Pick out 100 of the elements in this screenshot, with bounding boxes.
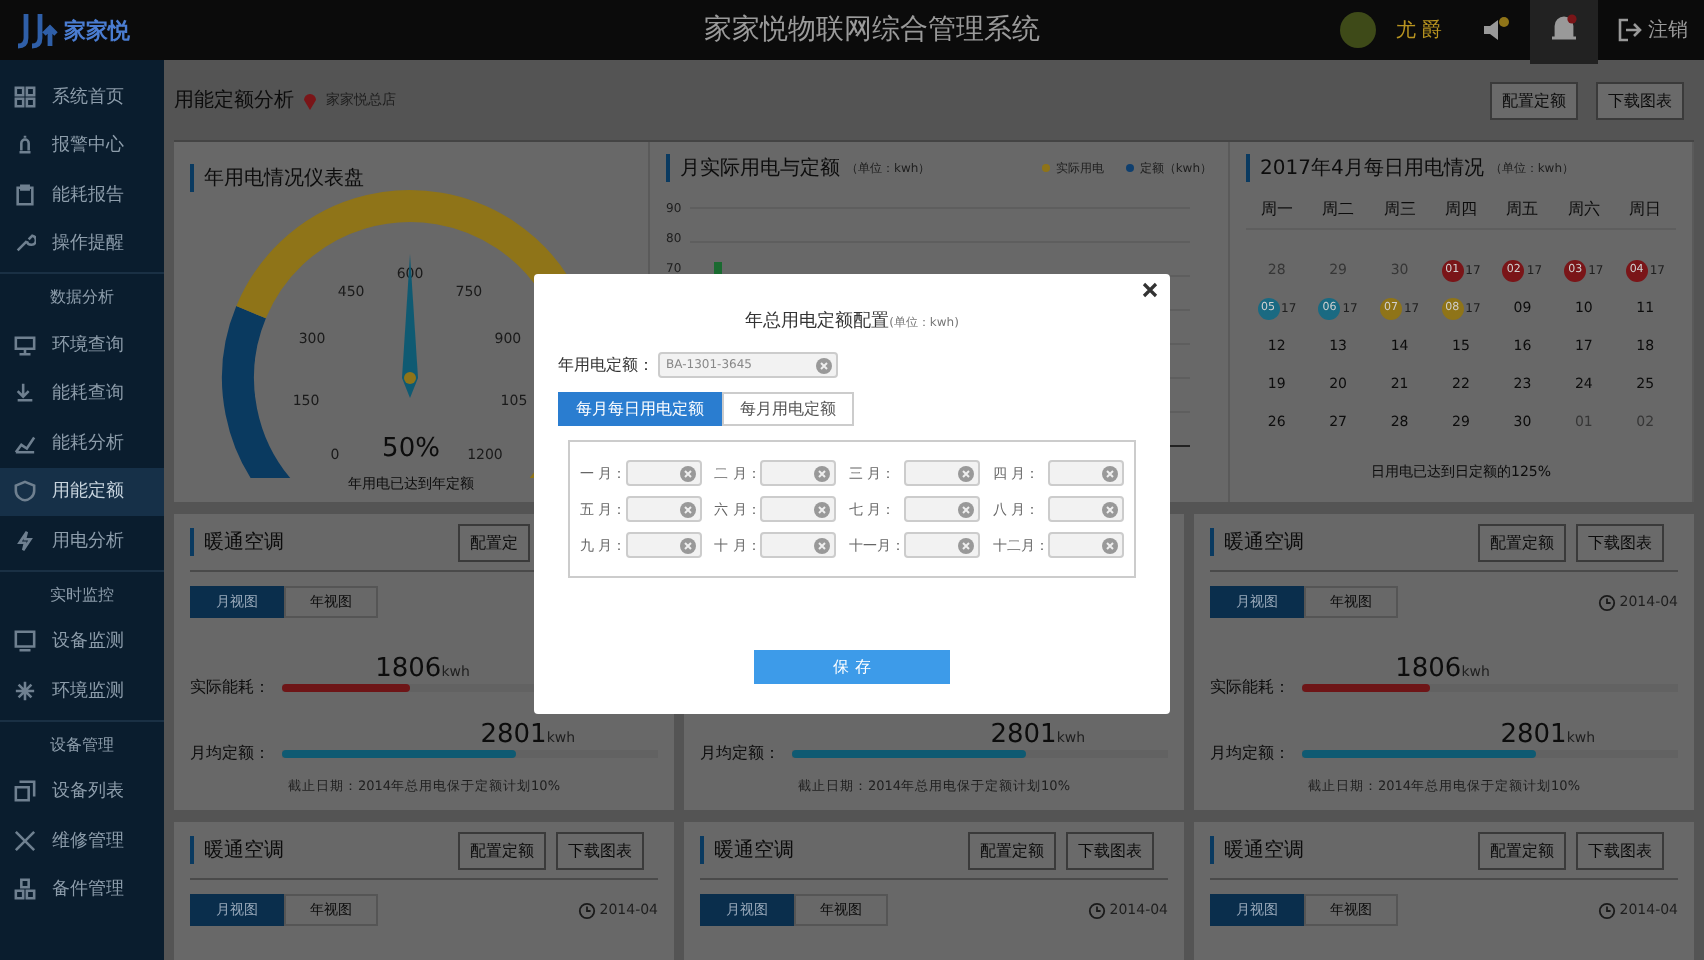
- menu-item-icon: [14, 878, 36, 901]
- menu-item-icon: [14, 529, 36, 552]
- month-quota-field[interactable]: [760, 496, 837, 522]
- weekday-label: 周四: [1442, 198, 1479, 220]
- sidebar-item[interactable]: 备件管理: [0, 865, 164, 914]
- clear-icon[interactable]: [680, 537, 697, 553]
- sidebar-item[interactable]: 能耗分析: [0, 418, 164, 467]
- meter-label: 月均定额：: [190, 742, 270, 764]
- dialog-tab[interactable]: 每月每日用电定额: [558, 392, 722, 426]
- card-button[interactable]: 下载图表: [556, 831, 644, 869]
- sidebar-item[interactable]: 用能定额: [0, 467, 164, 516]
- sidebar-item[interactable]: 维修管理: [0, 816, 164, 865]
- weekday-label: 周三: [1381, 198, 1418, 220]
- weekday-label: 周六: [1565, 198, 1602, 220]
- month-quota-field[interactable]: [1048, 496, 1125, 522]
- field-label: 年用电定额：: [558, 354, 654, 376]
- menu-item-icon: [14, 183, 36, 206]
- month-quota-field[interactable]: [760, 532, 837, 558]
- clear-icon[interactable]: [958, 537, 975, 553]
- clear-icon[interactable]: [1102, 465, 1119, 481]
- card-title: 暖通空调: [190, 528, 284, 556]
- month-quota-field[interactable]: [760, 460, 837, 486]
- header-button[interactable]: 配置定额: [1490, 81, 1578, 119]
- card-button[interactable]: 配置定额: [1478, 523, 1566, 561]
- location-pin-icon: [302, 90, 318, 110]
- clear-icon[interactable]: [958, 501, 975, 517]
- menu-item-icon: [14, 431, 36, 454]
- sidebar-item[interactable]: 能耗报告: [0, 170, 164, 219]
- card-button[interactable]: 下载图表: [1576, 523, 1664, 561]
- menu-item-icon: [14, 134, 36, 157]
- clear-icon[interactable]: [814, 537, 831, 553]
- card-button[interactable]: 配置定额: [968, 831, 1056, 869]
- menu-item-icon: [14, 679, 36, 702]
- logout-icon: [1618, 18, 1642, 42]
- meter-label: 实际能耗：: [190, 676, 270, 698]
- month-quota-field[interactable]: [904, 532, 981, 558]
- month-quota-field[interactable]: [904, 496, 981, 522]
- gauge-percent: 50%: [382, 434, 440, 464]
- clear-icon[interactable]: [1102, 537, 1119, 553]
- clear-icon[interactable]: [816, 357, 832, 373]
- close-button[interactable]: [1138, 278, 1162, 302]
- sidebar-item[interactable]: 设备监测: [0, 617, 164, 666]
- menu-item-icon: [14, 630, 36, 653]
- clock-icon: [1597, 901, 1616, 919]
- header-button[interactable]: 下载图表: [1596, 81, 1684, 119]
- menu-item-icon: [14, 480, 36, 503]
- month-quota-field[interactable]: [626, 460, 703, 486]
- clear-icon[interactable]: [814, 501, 831, 517]
- month-quota-field[interactable]: [904, 460, 981, 486]
- card-title: 暖通空调: [700, 836, 794, 864]
- save-button[interactable]: 保 存: [754, 650, 950, 684]
- speaker-icon[interactable]: [1482, 16, 1510, 44]
- clear-icon[interactable]: [1102, 501, 1119, 517]
- sidebar-item[interactable]: 设备列表: [0, 767, 164, 816]
- avatar-icon[interactable]: [1339, 12, 1376, 48]
- sidebar-item[interactable]: 环境监测: [0, 666, 164, 715]
- meter-label: 月均定额：: [700, 742, 780, 764]
- sidebar-item[interactable]: 操作提醒: [0, 219, 164, 268]
- clear-icon[interactable]: [680, 465, 697, 481]
- weekday-label: 周五: [1504, 198, 1541, 220]
- month-quota-field[interactable]: [1048, 532, 1125, 558]
- sidebar-item[interactable]: 用电分析: [0, 516, 164, 565]
- sidebar-item[interactable]: 环境查询: [0, 320, 164, 369]
- card-button[interactable]: 配置定: [458, 523, 530, 561]
- clock-icon: [1597, 593, 1616, 611]
- sidebar-item[interactable]: 系统首页: [0, 72, 164, 121]
- month-quota-field[interactable]: [626, 532, 703, 558]
- sidebar-item[interactable]: 报警中心: [0, 121, 164, 170]
- clear-icon[interactable]: [680, 501, 697, 517]
- logout-button[interactable]: 注销: [1618, 16, 1688, 44]
- clear-icon[interactable]: [958, 465, 975, 481]
- meter-label: 实际能耗：: [1210, 676, 1290, 698]
- month-quota-field[interactable]: [1048, 460, 1125, 486]
- logo-icon: [16, 10, 60, 50]
- menu-item-icon: [14, 85, 36, 108]
- bell-icon[interactable]: [1550, 13, 1578, 41]
- weekday-label: 周一: [1258, 198, 1295, 220]
- clear-icon[interactable]: [814, 465, 831, 481]
- card-button[interactable]: 下载图表: [1576, 831, 1664, 869]
- dialog-tab[interactable]: 每月用电定额: [722, 392, 854, 426]
- card-title: 暖通空调: [1210, 528, 1304, 556]
- card-button[interactable]: 配置定额: [1478, 831, 1566, 869]
- weekday-label: 周二: [1320, 198, 1357, 220]
- logo-text: 家家悦: [64, 15, 130, 45]
- month-quota-field[interactable]: [626, 496, 703, 522]
- menu-item-icon: [14, 829, 36, 852]
- sidebar-section-label: 实时监控: [50, 583, 114, 605]
- dialog-title: 年总用电定额配置: [745, 312, 890, 332]
- clock-icon: [1087, 901, 1106, 919]
- menu-item-icon: [14, 232, 36, 255]
- clock-icon: [577, 901, 596, 919]
- app-title: 家家悦物联网综合管理系统: [702, 12, 1042, 48]
- sidebar-item[interactable]: 能耗查询: [0, 369, 164, 418]
- meter-label: 月均定额：: [1210, 742, 1290, 764]
- weekday-label: 周日: [1627, 198, 1664, 220]
- panel-title: 2017年4月每日用电情况: [1246, 154, 1484, 182]
- menu-item-icon: [14, 333, 36, 356]
- card-button[interactable]: 下载图表: [1066, 831, 1154, 869]
- page-title: 用能定额分析: [174, 87, 294, 114]
- card-button[interactable]: 配置定额: [458, 831, 546, 869]
